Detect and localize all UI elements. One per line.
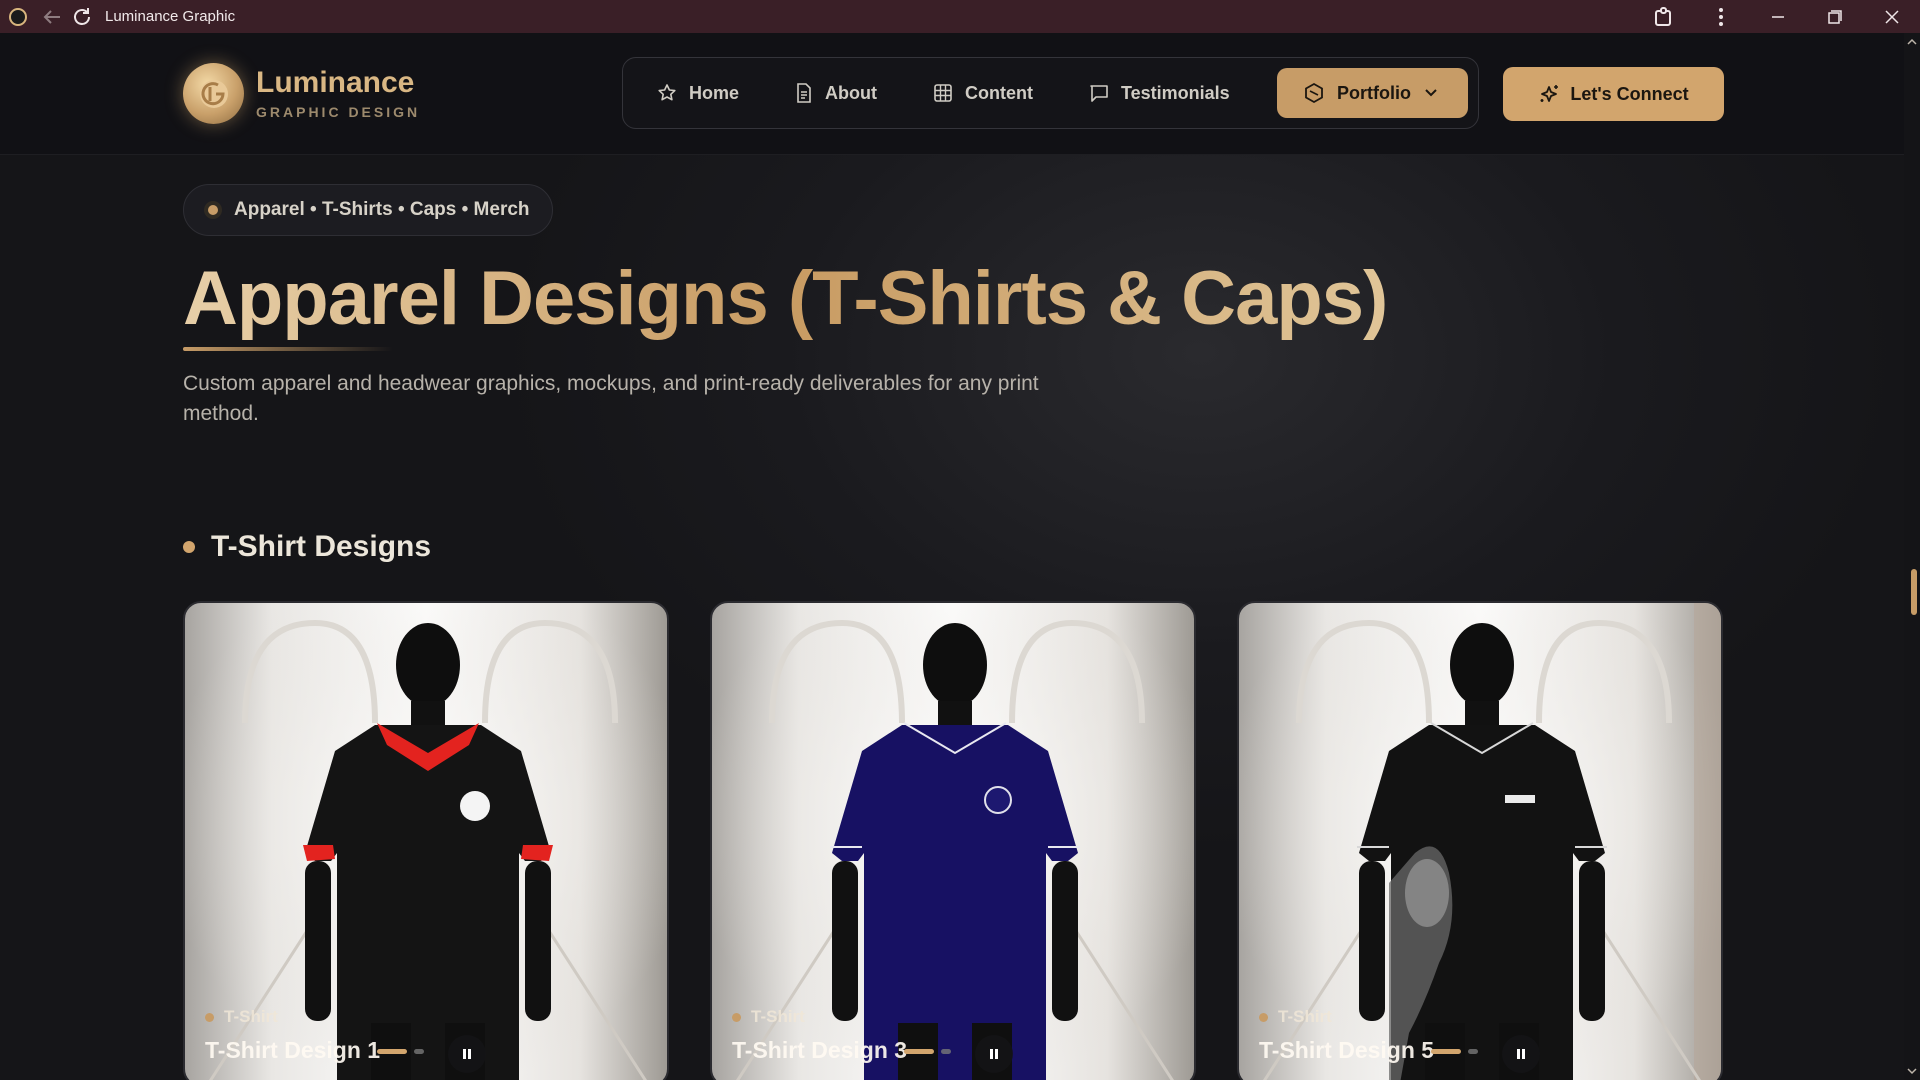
carousel-dot-active[interactable] [1431, 1049, 1461, 1054]
design-card[interactable]: T-Shirt T-Shirt Design 3 [710, 601, 1196, 1080]
chat-icon [1090, 85, 1108, 102]
chip-label: Apparel • T-Shirts • Caps • Merch [234, 199, 530, 220]
section-heading: T-Shirt Designs [183, 530, 431, 564]
pause-icon [463, 1049, 471, 1059]
pause-icon [1517, 1049, 1525, 1059]
pause-button[interactable] [1502, 1035, 1540, 1073]
card-title: T-Shirt Design 3 [732, 1037, 908, 1063]
category-chip: Apparel • T-Shirts • Caps • Merch [183, 184, 553, 236]
chevron-down-icon [1425, 89, 1437, 97]
carousel-dot[interactable] [1468, 1049, 1478, 1054]
site-logo[interactable]: Luminance GRAPHIC DESIGN [183, 63, 420, 124]
close-icon [1884, 9, 1899, 24]
logo-mark-icon [183, 63, 244, 124]
carousel-indicators[interactable] [904, 1049, 951, 1054]
brand-tagline: GRAPHIC DESIGN [256, 103, 421, 120]
document-icon [797, 83, 811, 103]
star-icon [658, 84, 676, 101]
sparkle-icon [1540, 85, 1559, 102]
card-title: T-Shirt Design 1 [205, 1037, 381, 1063]
page-scrollbar[interactable] [1904, 33, 1920, 1080]
grid-icon [934, 84, 952, 102]
kebab-icon [1718, 7, 1723, 26]
carousel-indicators[interactable] [377, 1049, 424, 1054]
window-title: Luminance Graphic [105, 8, 236, 25]
reload-icon [74, 7, 90, 25]
chip-dot-icon [204, 201, 222, 219]
carousel-dot[interactable] [941, 1049, 951, 1054]
card-title: T-Shirt Design 5 [1259, 1037, 1435, 1063]
puzzle-icon [1654, 6, 1671, 26]
carousel-indicators[interactable] [1431, 1049, 1478, 1054]
nav-label-home: Home [689, 82, 740, 103]
page-title: Apparel Designs (T-Shirts & Caps) [183, 256, 1388, 341]
title-underline [183, 347, 393, 351]
nav-label-about: About [825, 82, 877, 103]
back-arrow-icon [43, 9, 60, 24]
page-description: Custom apparel and headwear graphics, mo… [183, 372, 1039, 425]
scroll-down-icon[interactable] [1907, 1066, 1917, 1076]
site-header: Luminance GRAPHIC DESIGN Home About Cont… [0, 33, 1920, 155]
carousel-dot[interactable] [414, 1049, 424, 1054]
minimize-icon [1771, 15, 1784, 18]
web-page: Luminance GRAPHIC DESIGN Home About Cont… [0, 33, 1920, 1080]
pause-button[interactable] [448, 1035, 486, 1073]
close-button[interactable] [1863, 0, 1920, 33]
scrollbar-thumb[interactable] [1911, 569, 1917, 615]
more-menu-button[interactable] [1692, 0, 1749, 33]
section-dot-icon [183, 541, 195, 553]
nav-item-portfolio[interactable]: Portfolio [1277, 68, 1468, 118]
nav-item-home[interactable]: Home [657, 83, 739, 104]
carousel-dot-active[interactable] [904, 1049, 934, 1054]
card-category: T-Shirt [1259, 1007, 1332, 1027]
pause-button[interactable] [975, 1035, 1013, 1073]
lets-connect-button[interactable]: Let's Connect [1503, 67, 1724, 121]
app-icon [9, 7, 27, 26]
cta-label: Let's Connect [1570, 83, 1689, 104]
hexagon-icon [1305, 82, 1323, 104]
carousel-dot-active[interactable] [377, 1049, 407, 1054]
reload-button[interactable] [67, 2, 97, 32]
tshirt-cards-grid: T-Shirt T-Shirt Design 1 T-Shirt T-Shirt… [183, 601, 1723, 1080]
card-category: T-Shirt [732, 1007, 805, 1027]
pause-icon [990, 1049, 998, 1059]
design-card[interactable]: T-Shirt T-Shirt Design 1 [183, 601, 669, 1080]
browser-title-bar: Luminance Graphic [0, 0, 1920, 33]
design-card[interactable]: T-Shirt T-Shirt Design 5 [1237, 601, 1723, 1080]
restore-icon [1827, 9, 1842, 24]
nav-item-about[interactable]: About [795, 83, 877, 104]
minimize-button[interactable] [1749, 0, 1806, 33]
restore-button[interactable] [1806, 0, 1863, 33]
logo-glyph-icon [199, 79, 228, 108]
extensions-button[interactable] [1635, 0, 1692, 33]
back-button[interactable] [37, 2, 67, 32]
nav-label-portfolio: Portfolio [1337, 82, 1411, 103]
nav-item-content[interactable]: Content [933, 83, 1033, 104]
nav-label-testimonials: Testimonials [1120, 82, 1230, 103]
nav-label-content: Content [965, 82, 1033, 103]
card-category: T-Shirt [205, 1007, 278, 1027]
section-title: T-Shirt Designs [211, 530, 432, 563]
main-nav: Home About Content Testimonials Portfoli… [622, 57, 1479, 129]
scroll-up-icon[interactable] [1907, 37, 1917, 47]
brand-name: Luminance [256, 65, 415, 99]
nav-item-testimonials[interactable]: Testimonials [1089, 83, 1230, 104]
